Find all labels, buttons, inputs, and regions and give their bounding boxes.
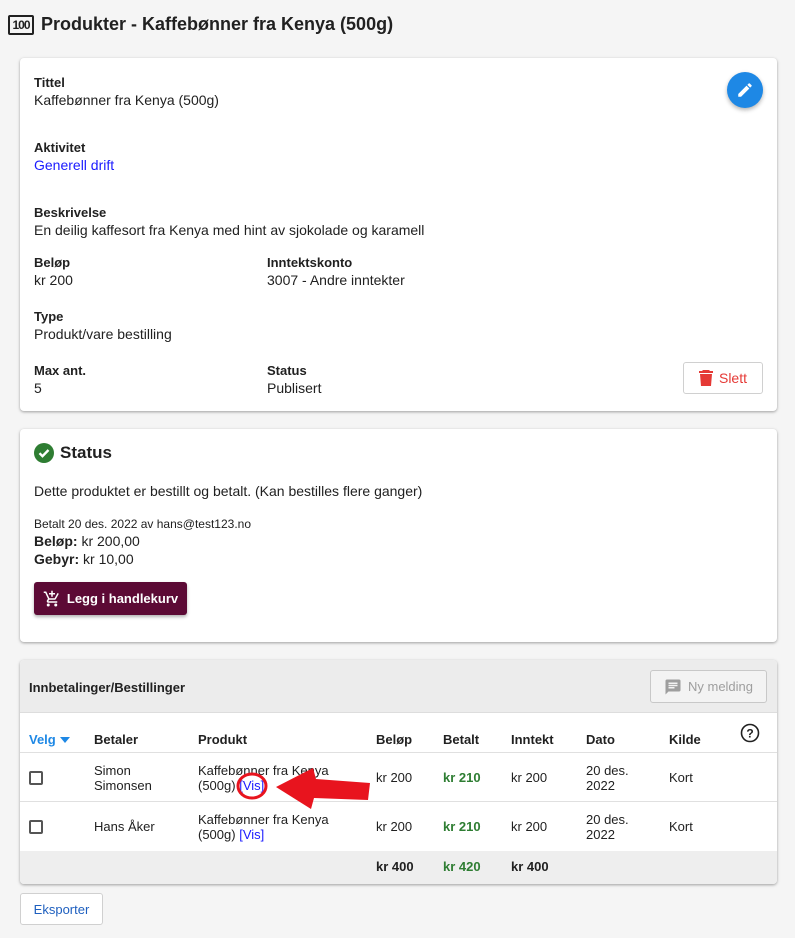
date-second-line: 2022	[586, 778, 615, 793]
column-payer[interactable]: Betaler	[94, 732, 138, 747]
product-details-card: Tittel Kaffebønner fra Kenya (500g) Akti…	[20, 58, 777, 411]
export-button[interactable]: Eksporter	[20, 893, 103, 925]
date-first-line: 20 des.	[586, 763, 629, 778]
income-cell: kr 200	[511, 770, 548, 785]
row-divider	[20, 801, 777, 802]
status-label: Status	[267, 363, 307, 378]
income-cell: kr 200	[511, 819, 548, 834]
paid-amount-label: Beløp:	[34, 533, 78, 549]
payer-cell: Simon Simonsen	[94, 763, 152, 793]
column-income[interactable]: Inntekt	[511, 732, 554, 747]
column-product[interactable]: Produkt	[198, 732, 247, 747]
product-cell: Kaffebønner fra Kenya (500g) [Vis]	[198, 812, 329, 842]
status-message: Dette produktet er bestillt og betalt. (…	[34, 483, 423, 499]
column-date[interactable]: Dato	[586, 732, 615, 747]
column-source[interactable]: Kilde	[669, 732, 701, 747]
total-amount: kr 400	[376, 859, 414, 874]
row-checkbox[interactable]	[29, 820, 43, 834]
add-to-cart-button[interactable]: Legg i handlekurv	[34, 582, 187, 615]
view-link[interactable]: [Vis]	[239, 778, 264, 793]
total-income: kr 400	[511, 859, 549, 874]
column-paid[interactable]: Betalt	[443, 732, 479, 747]
max-quantity-label: Max ant.	[34, 363, 87, 378]
type-label: Type	[34, 309, 64, 324]
type-value: Produkt/vare bestilling	[34, 326, 172, 342]
trash-icon	[698, 370, 713, 386]
status-card: Status Dette produktet er bestillt og be…	[20, 429, 777, 642]
svg-text:?: ?	[746, 727, 753, 741]
column-amount[interactable]: Beløp	[376, 732, 412, 747]
product-second-line: (500g)	[198, 778, 236, 793]
column-select[interactable]: Velg	[29, 732, 70, 747]
date-cell: 20 des. 2022	[586, 812, 629, 842]
paid-amount-value: kr 200,00	[77, 533, 140, 549]
new-message-label: Ny melding	[687, 679, 754, 694]
new-message-button[interactable]: Ny melding	[650, 670, 767, 703]
description-value: En deilig kaffesort fra Kenya med hint a…	[34, 222, 425, 238]
hundred-icon: 100	[8, 14, 34, 35]
edit-button[interactable]	[727, 72, 763, 108]
amount-cell: kr 200	[376, 770, 413, 785]
fee: Gebyr: kr 10,00	[34, 551, 134, 567]
date-second-line: 2022	[586, 827, 615, 842]
paid-cell: kr 210	[443, 819, 481, 834]
page-title: Produkter - Kaffebønner fra Kenya (500g)	[41, 14, 394, 34]
title-label: Tittel	[34, 75, 65, 90]
paid-amount: Beløp: kr 200,00	[34, 533, 140, 549]
product-second-line: (500g)	[198, 827, 236, 842]
description-label: Beskrivelse	[34, 205, 107, 220]
product-cell: Kaffebønner fra Kenya (500g) [Vis]	[198, 763, 329, 793]
title-value: Kaffebønner fra Kenya (500g)	[34, 92, 219, 108]
payer-second-line: Simonsen	[94, 778, 152, 793]
fee-label: Gebyr:	[34, 551, 80, 567]
amount-value: kr 200	[34, 272, 73, 288]
date-first-line: 20 des.	[586, 812, 629, 827]
source-cell: Kort	[669, 770, 693, 785]
paid-info: Betalt 20 des. 2022 av hans@test123.no	[34, 517, 252, 531]
row-divider	[20, 752, 777, 753]
payer-first-line: Simon	[94, 763, 131, 778]
payments-card: Innbetalinger/Bestillinger Ny melding Ve…	[20, 660, 777, 884]
product-first-line: Kaffebønner fra Kenya	[198, 812, 329, 827]
payer-cell: Hans Åker	[94, 819, 155, 834]
check-circle-icon	[34, 443, 54, 463]
income-account-value: 3007 - Andre inntekter	[267, 272, 405, 288]
add-to-cart-label: Legg i handlekurv	[66, 591, 179, 606]
activity-label: Aktivitet	[34, 140, 86, 155]
payments-header: Innbetalinger/Bestillinger Ny melding	[20, 660, 777, 713]
payments-title: Innbetalinger/Bestillinger	[29, 680, 186, 695]
product-first-line: Kaffebønner fra Kenya	[198, 763, 329, 778]
source-cell: Kort	[669, 819, 693, 834]
status-title: Status	[60, 443, 112, 462]
column-select-label: Velg	[29, 732, 56, 747]
page-header: 100 Produkter - Kaffebønner fra Kenya (5…	[8, 14, 393, 35]
cart-plus-icon	[43, 590, 59, 606]
date-cell: 20 des. 2022	[586, 763, 629, 793]
caret-down-icon	[59, 736, 70, 743]
status-heading: Status	[34, 443, 112, 463]
paid-cell: kr 210	[443, 770, 481, 785]
max-quantity-value: 5	[34, 380, 42, 396]
help-icon[interactable]: ?	[740, 723, 760, 743]
delete-button[interactable]: Slett	[683, 362, 763, 394]
totals-row: kr 400 kr 420 kr 400	[20, 851, 777, 884]
fee-value: kr 10,00	[79, 551, 134, 567]
delete-label: Slett	[718, 370, 747, 386]
amount-label: Beløp	[34, 255, 71, 270]
view-link[interactable]: [Vis]	[239, 827, 264, 842]
amount-cell: kr 200	[376, 819, 413, 834]
income-account-label: Inntektskonto	[267, 255, 353, 270]
message-icon	[665, 679, 681, 694]
total-paid: kr 420	[443, 859, 481, 874]
row-checkbox[interactable]	[29, 771, 43, 785]
activity-link[interactable]: Generell drift	[34, 157, 114, 173]
pencil-icon	[738, 83, 752, 97]
status-value: Publisert	[267, 380, 322, 396]
